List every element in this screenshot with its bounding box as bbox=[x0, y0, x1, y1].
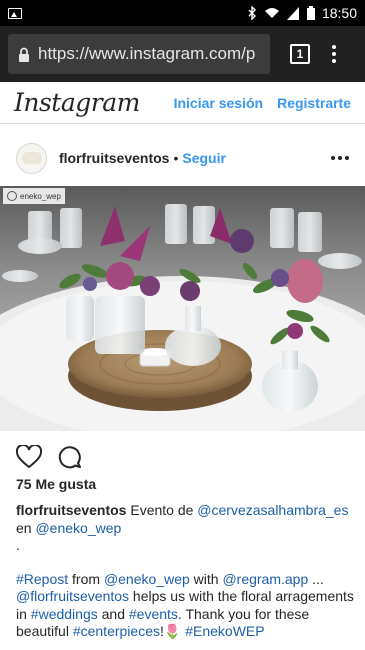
url-bar[interactable]: https://www.instagram.com/p bbox=[8, 34, 270, 74]
more-options-icon[interactable] bbox=[331, 156, 349, 160]
avatar[interactable] bbox=[16, 142, 47, 174]
hashtag-link[interactable]: #events bbox=[129, 606, 178, 622]
hashtag-link[interactable]: #Repost bbox=[16, 571, 68, 587]
signup-link[interactable]: Registrarte bbox=[277, 95, 351, 111]
wifi-icon bbox=[264, 8, 279, 18]
caption-username[interactable]: florfruitseventos bbox=[16, 502, 126, 518]
post-header: florfruitseventos • Seguir bbox=[0, 138, 365, 178]
battery-icon bbox=[306, 6, 315, 20]
mention-link[interactable]: @eneko_wep bbox=[104, 571, 190, 587]
browser-menu-icon[interactable] bbox=[332, 45, 336, 63]
status-bar: 18:50 bbox=[0, 0, 365, 26]
likes-count[interactable]: 75 Me gusta bbox=[16, 476, 96, 492]
mention-link[interactable]: @cervezasalhambra_es bbox=[197, 502, 348, 518]
caption-dot: . bbox=[16, 537, 20, 553]
login-link[interactable]: Iniciar sesión bbox=[174, 95, 263, 111]
post-username[interactable]: florfruitseventos bbox=[59, 150, 169, 166]
follow-button[interactable]: Seguir bbox=[182, 150, 226, 166]
watermark-logo-icon bbox=[7, 191, 17, 201]
clock: 18:50 bbox=[321, 5, 357, 21]
tulip-emoji: 🌷 bbox=[163, 623, 182, 639]
separator-dot: • bbox=[173, 150, 179, 166]
mention-link[interactable]: @florfruitseventos bbox=[16, 588, 129, 604]
mention-link[interactable]: @regram.app bbox=[222, 571, 308, 587]
signal-icon bbox=[286, 6, 299, 20]
lock-icon bbox=[19, 47, 29, 62]
photo-watermark: eneko_wep bbox=[3, 188, 65, 204]
comment-icon[interactable] bbox=[58, 445, 82, 469]
bluetooth-icon bbox=[248, 6, 256, 20]
browser-toolbar: https://www.instagram.com/p 1 bbox=[0, 26, 365, 82]
instagram-logo[interactable]: Instagram bbox=[14, 88, 140, 117]
url-text[interactable]: https://www.instagram.com/p bbox=[38, 44, 255, 64]
post-actions bbox=[16, 443, 82, 471]
gallery-icon bbox=[8, 7, 22, 19]
hashtag-link[interactable]: #centerpieces bbox=[73, 623, 160, 639]
heart-icon[interactable] bbox=[16, 445, 42, 469]
tab-switcher-button[interactable]: 1 bbox=[290, 44, 310, 64]
instagram-header: Instagram Iniciar sesión Registrarte bbox=[0, 82, 365, 124]
hashtag-link[interactable]: #EnekoWEP bbox=[185, 623, 264, 639]
centerpiece-photo bbox=[0, 186, 365, 431]
mention-link[interactable]: @eneko_wep bbox=[35, 520, 121, 536]
post-image[interactable]: eneko_wep bbox=[0, 186, 365, 431]
post-caption: florfruitseventos Evento de @cervezasalh… bbox=[16, 502, 356, 641]
status-icons: 18:50 bbox=[248, 5, 357, 21]
hashtag-link[interactable]: #weddings bbox=[31, 606, 98, 622]
